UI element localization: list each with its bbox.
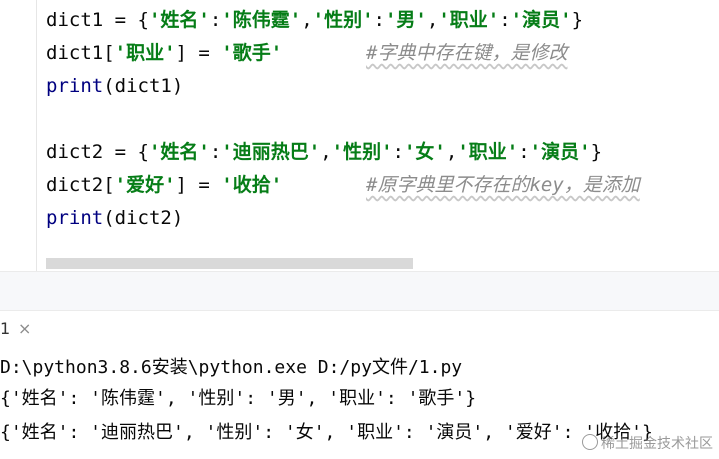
string-token: '爱好': [114, 174, 176, 196]
string-token: '性别': [331, 141, 393, 163]
console-line-output-2: {'姓名': '迪丽热巴', '性别': '女', '职业': '演员', '爱…: [0, 422, 653, 443]
string-token: '姓名': [148, 141, 210, 163]
code-token: dict2 = {: [46, 141, 149, 163]
close-icon[interactable]: ×: [18, 318, 31, 340]
code-line-7[interactable]: print(dict2): [46, 205, 183, 231]
code-token: ,: [445, 141, 458, 163]
comment-line-2: #字典中存在键，是修改: [366, 42, 568, 64]
string-token: '性别': [312, 9, 374, 31]
code-token: (dict1): [103, 75, 184, 97]
console-line-output-1: {'姓名': '陈伟霆', '性别': '男', '职业': '歌手'}: [0, 388, 477, 409]
code-editor[interactable]: dict1 = {'姓名':'陈伟霆','性别':'男','职业':'演员'} …: [0, 0, 719, 271]
code-token: ] =: [175, 42, 222, 64]
string-token: '陈伟霆': [221, 9, 302, 31]
string-token: '职业': [457, 141, 519, 163]
code-token: :: [499, 9, 511, 31]
string-token: '职业': [438, 9, 500, 31]
string-token: '演员': [529, 141, 591, 163]
code-token: }: [590, 141, 603, 163]
comment-line-6: #原字典里不存在的key，是添加: [366, 174, 640, 196]
gutter-divider: [36, 0, 37, 271]
code-token: }: [571, 9, 584, 31]
string-token: '女': [403, 141, 446, 163]
code-token: :: [209, 141, 222, 163]
string-token: '迪丽热巴': [221, 141, 321, 163]
code-token: :: [373, 9, 385, 31]
code-token: :: [209, 9, 222, 31]
code-line-5[interactable]: dict2 = {'姓名':'迪丽热巴','性别':'女','职业':'演员'}: [46, 139, 602, 165]
code-token: ,: [301, 9, 313, 31]
string-token: '收拾': [221, 174, 283, 196]
string-token: '姓名': [148, 9, 210, 31]
code-line-1[interactable]: dict1 = {'姓名':'陈伟霆','性别':'男','职业':'演员'}: [46, 7, 583, 33]
code-token: ,: [320, 141, 332, 163]
code-token: dict1 = {: [46, 9, 149, 31]
code-line-3[interactable]: print(dict1): [46, 73, 183, 99]
code-line-2[interactable]: dict1['职业'] = '歌手': [46, 40, 282, 66]
run-tab-label[interactable]: 1: [0, 318, 10, 340]
watermark: 稀土掘金技术社区: [582, 433, 713, 455]
string-token: '歌手': [221, 42, 283, 64]
code-token: :: [518, 141, 530, 163]
horizontal-scrollbar-thumb[interactable]: [46, 258, 413, 269]
watermark-text: 稀土掘金技术社区: [601, 436, 713, 452]
code-token: ] =: [175, 174, 222, 196]
code-token: dict1[: [46, 42, 115, 64]
code-line-6[interactable]: dict2['爱好'] = '收拾': [46, 172, 282, 198]
string-token: '职业': [114, 42, 176, 64]
builtin-token: print: [46, 207, 104, 229]
code-token: (dict2): [103, 207, 184, 229]
watermark-logo-icon: [582, 434, 598, 450]
code-token: ,: [426, 9, 439, 31]
run-panel-header: [0, 272, 719, 311]
string-token: '男': [384, 9, 427, 31]
string-token: '演员': [510, 9, 572, 31]
console-line-command: D:\python3.8.6安装\python.exe D:/py文件/1.py: [0, 357, 463, 378]
builtin-token: print: [46, 75, 104, 97]
code-token: dict2[: [46, 174, 115, 196]
code-token: :: [392, 141, 404, 163]
